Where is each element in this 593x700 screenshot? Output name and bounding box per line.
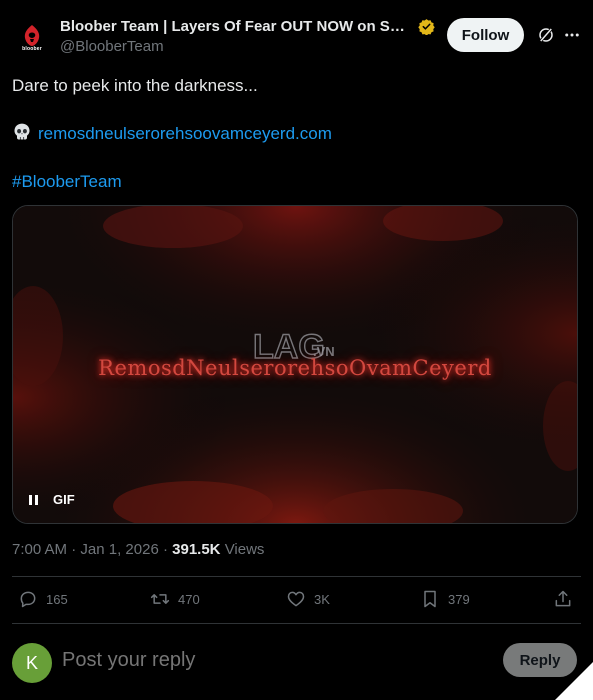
grok-icon[interactable] [537, 26, 555, 44]
repost-count: 470 [178, 591, 200, 607]
follow-button[interactable]: Follow [447, 18, 524, 52]
display-name[interactable]: Bloober Team | Layers Of Fear OUT NOW on… [60, 18, 435, 35]
bookmark-icon [424, 590, 436, 608]
tweet-date[interactable]: Jan 1, 2026 [80, 541, 158, 558]
tweet-header: bloober Bloober Team | Layers Of Fear OU… [12, 14, 581, 58]
more-options-icon[interactable] [563, 26, 581, 44]
reply-input[interactable] [62, 649, 442, 672]
avatar-label: bloober [22, 46, 42, 52]
repost-action[interactable]: 470 [150, 589, 200, 609]
hashtag-link[interactable]: #BlooberTeam [12, 172, 122, 191]
tweet-text: Dare to peek into the darkness... remosd… [12, 74, 581, 218]
gif-label: GIF [53, 492, 75, 507]
reply-action[interactable]: 165 [18, 589, 68, 609]
bookmark-action[interactable]: 379 [420, 589, 470, 609]
page-corner [555, 662, 593, 700]
tweet-meta: 7:00 AM · Jan 1, 2026 · 391.5K Views [12, 541, 265, 558]
gif-overlay-text: RemosdNeulserorehsoOvamCeyerd [98, 356, 492, 380]
views-label: Views [224, 541, 265, 558]
reply-count: 165 [46, 591, 68, 607]
tweet-link-line: remosdneulserorehsoovamceyerd.com [12, 122, 581, 146]
tweet-link[interactable]: remosdneulserorehsoovamceyerd.com [38, 124, 332, 143]
handle[interactable]: @BlooberTeam [60, 38, 435, 55]
repost-icon [150, 594, 170, 604]
share-icon [555, 590, 571, 607]
like-action[interactable]: 3K [286, 589, 330, 609]
pause-icon[interactable] [29, 493, 41, 507]
avatar[interactable]: bloober [12, 18, 52, 58]
tweet-time[interactable]: 7:00 AM [12, 541, 67, 558]
reply-icon [20, 591, 36, 608]
gif-media[interactable]: LAG .VN RemosdNeulserorehsoOvamCeyerd GI… [12, 205, 578, 524]
skull-emoji-icon [14, 123, 30, 140]
views-count: 391.5K [172, 541, 221, 558]
verified-badge-icon[interactable] [418, 18, 435, 35]
like-count: 3K [314, 591, 330, 607]
display-name-text[interactable]: Bloober Team | Layers Of Fear OUT NOW on… [60, 18, 415, 35]
gif-controls: GIF [29, 492, 75, 507]
heart-icon [287, 591, 305, 607]
share-action[interactable] [553, 589, 581, 609]
bookmark-count: 379 [448, 591, 470, 607]
action-bar: 165 470 3K 379 [12, 577, 581, 623]
author-names: Bloober Team | Layers Of Fear OUT NOW on… [60, 18, 435, 55]
tweet-line: Dare to peek into the darkness... [12, 76, 258, 95]
bloober-logo-icon [24, 25, 40, 46]
user-avatar[interactable]: K [12, 643, 52, 683]
reply-composer: K Reply [12, 623, 581, 700]
